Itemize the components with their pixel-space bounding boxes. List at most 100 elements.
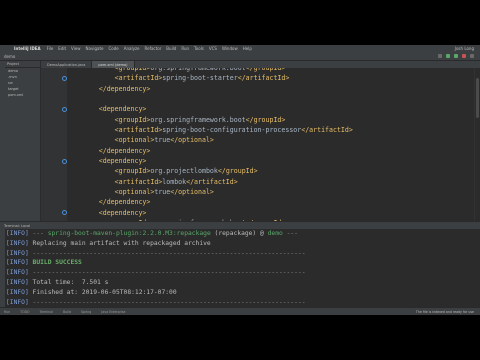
menu-item-analyze[interactable]: Analyze (124, 46, 140, 51)
xml-tag: </artifactId> (237, 74, 290, 83)
xml-text: lombok (162, 177, 187, 186)
menu-item-help[interactable]: Help (243, 46, 252, 51)
xml-tag: <groupId> (114, 115, 151, 124)
xml-tag: <dependency> (98, 208, 147, 217)
project-tree-item[interactable]: pom.xml (5, 92, 40, 98)
line-number (41, 135, 67, 145)
menu-item-vcs[interactable]: VCS (209, 46, 217, 51)
console-text: --- (32, 230, 48, 237)
status-tool-run[interactable]: Run (4, 310, 10, 314)
xml-text: spring-boot-starter (162, 74, 238, 83)
xml-tag: </groupId> (245, 68, 286, 72)
xml-tag: <optional> (114, 188, 155, 197)
xml-tag: <optional> (114, 136, 155, 145)
xml-tag: </groupId> (245, 115, 286, 124)
menu-item-edit[interactable]: Edit (58, 46, 66, 51)
code-line: <dependency> (67, 208, 353, 218)
search-icon[interactable] (470, 54, 474, 58)
console-text: [INFO] (6, 288, 33, 296)
xml-tag: <artifactId> (114, 177, 163, 186)
line-gutter (41, 68, 67, 221)
breadcrumb[interactable]: demo (4, 54, 15, 59)
code-line: </dependency> (67, 84, 353, 94)
xml-tag: <artifactId> (114, 126, 163, 135)
status-tool-build[interactable]: Build (63, 310, 71, 314)
console-line: [INFO] ---------------------------------… (6, 249, 306, 259)
menu-items: File Edit View Navigate Code Analyze Refactor B… (47, 46, 257, 51)
console-text: [INFO] (6, 259, 33, 267)
code-line: <dependency> (67, 156, 353, 166)
console-line: [INFO] ---------------------------------… (6, 268, 306, 278)
menu-bar: IntelliJ IDEA File Edit View Navigate Code An… (0, 45, 480, 52)
console-text: BUILD SUCCESS (32, 259, 82, 267)
code-line: </dependency> (67, 197, 353, 207)
status-message: The file is indexed and ready for use (415, 310, 474, 314)
editor-scrollbar[interactable] (474, 68, 480, 221)
terminal-tool-strip (0, 229, 5, 307)
menu-item-build[interactable]: Build (166, 46, 176, 51)
status-tool-spring[interactable]: Spring (81, 310, 91, 314)
user-name[interactable]: Josh Long (455, 46, 474, 51)
debug-icon[interactable] (454, 54, 458, 58)
console-text: [INFO] (6, 298, 33, 306)
menu-item-run[interactable]: Run (181, 46, 189, 51)
code-line: <groupId>org.springframework.boot</group… (67, 115, 353, 125)
console-text: demo (267, 230, 283, 237)
console-text: Total time: 7.501 s (32, 278, 109, 286)
xml-text: spring-boot-configuration-processor (162, 126, 302, 135)
code-line: <artifactId>spring-boot-configuration-pr… (67, 125, 353, 135)
scrollbar-thumb[interactable] (476, 78, 479, 118)
code-line: <artifactId>lombok</artifactId> (67, 177, 353, 187)
line-number (41, 167, 67, 177)
code-line: <optional>true</optional> (67, 135, 353, 145)
menu-right: Josh Long (455, 46, 474, 51)
status-left-items: Run TODO Terminal Build Spring Java Enterpris… (0, 310, 131, 314)
xml-tag: </dependency> (98, 198, 151, 207)
xml-text: org.springframework.boot (150, 68, 246, 72)
line-number (41, 146, 67, 156)
toolbar-icons (438, 54, 474, 58)
menu-item-view[interactable]: View (71, 46, 81, 51)
console-line: [INFO] Replacing main artifact with repa… (6, 239, 306, 249)
line-number (41, 115, 67, 125)
status-tool-java-enterprise[interactable]: Java Enterprise (101, 310, 125, 314)
menu-item-code[interactable]: Code (109, 46, 119, 51)
terminal-title[interactable]: Terminal: Local (4, 224, 30, 228)
app-name[interactable]: IntelliJ IDEA (14, 46, 41, 51)
code-lines: <groupId>org.springframework.boot</group… (67, 68, 353, 221)
line-number (41, 187, 67, 197)
menu-item-tools[interactable]: Tools (194, 46, 204, 51)
stop-icon[interactable] (462, 54, 466, 58)
menu-item-window[interactable]: Window (222, 46, 238, 51)
xml-tag: </optional> (170, 136, 214, 145)
console-text: (repackage) (210, 230, 261, 237)
project-panel-header[interactable]: Project (5, 61, 40, 68)
xml-tag: </optional> (170, 188, 214, 197)
line-number (41, 177, 67, 187)
xml-tag: <dependency> (98, 157, 147, 166)
line-number (41, 125, 67, 135)
xml-tag: <groupId> (114, 68, 151, 72)
console-text: ----------------------------------------… (32, 269, 306, 277)
line-number (41, 198, 67, 208)
menu-item-refactor[interactable]: Refactor (145, 46, 162, 51)
console-text: Finished at: 2019-06-05T08:12:17-07:00 (32, 288, 177, 296)
ide-window: IntelliJ IDEA File Edit View Navigate Code An… (0, 45, 480, 315)
line-number (41, 84, 67, 94)
status-tool-todo[interactable]: TODO (20, 310, 29, 314)
console-text: [INFO] (6, 269, 33, 277)
console-text: Replacing main artifact with repackaged … (32, 239, 211, 247)
code-line: <artifactId>spring-boot-starter</artifac… (67, 73, 353, 83)
xml-text: org.projectlombok (150, 167, 218, 176)
console-line: [INFO] --- spring-boot-maven-plugin:2.2.… (6, 229, 306, 239)
terminal-console[interactable]: [INFO] --- spring-boot-maven-plugin:2.2.… (0, 229, 480, 307)
status-tool-terminal[interactable]: Terminal (40, 310, 53, 314)
menu-item-navigate[interactable]: Navigate (86, 46, 104, 51)
menu-item-file[interactable]: File (47, 46, 54, 51)
run-icon[interactable] (446, 54, 450, 58)
console-text: ----------------------------------------… (32, 298, 306, 306)
toolbar: demo (0, 52, 480, 61)
code-editor[interactable]: <groupId>org.springframework.boot</group… (67, 68, 475, 221)
editor-tab[interactable]: pom.xml (demo) (92, 61, 135, 68)
build-icon[interactable] (438, 54, 442, 58)
